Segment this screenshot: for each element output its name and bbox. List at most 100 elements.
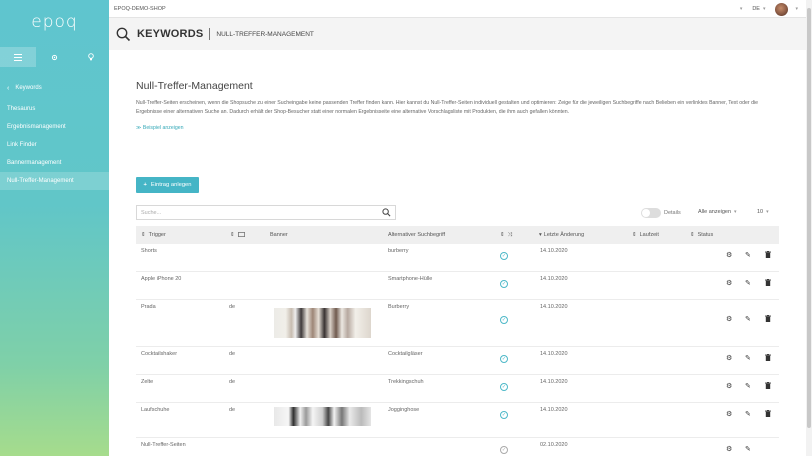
details-label: Details	[664, 210, 681, 216]
page-title: Null-Treffer-Management	[136, 80, 253, 92]
pencil-icon[interactable]: ✎	[745, 279, 751, 287]
show-all-label: Alle anzeigen	[698, 209, 732, 215]
gear-icon[interactable]	[36, 47, 72, 67]
table-row: Prada de Burberry ✓ 14.10.2020 ⚙ ✎	[136, 300, 779, 347]
col-last-change[interactable]: ▾ Letzte Änderung	[539, 226, 584, 244]
col-status[interactable]: ⇕ Status	[690, 226, 713, 244]
last-change-cell: 14.10.2020	[540, 304, 568, 310]
chevron-left-icon: ‹	[7, 84, 10, 92]
show-all-select[interactable]: Alle anzeigen ▾	[698, 209, 737, 215]
banner-image-clothes-rack	[274, 308, 371, 338]
banner-image-shoes-bw	[274, 407, 371, 426]
pencil-icon[interactable]: ✎	[745, 315, 751, 323]
message-icon	[237, 232, 245, 237]
chevron-down-icon: ▾	[734, 209, 737, 215]
gear-icon[interactable]: ⚙	[726, 410, 732, 418]
gear-icon[interactable]: ⚙	[726, 354, 732, 362]
col-trigger[interactable]: ⇕ Trigger	[141, 226, 166, 244]
header-title: KEYWORDS	[137, 28, 204, 40]
trigger-cell: Shorts	[141, 248, 157, 254]
scrollbar-thumb[interactable]	[807, 8, 811, 428]
sidebar-item-bannermanagement[interactable]: Bannermanagement	[0, 154, 109, 172]
alt-term-cell: Trekkingschuh	[388, 379, 424, 385]
language-cell: de	[229, 407, 236, 413]
check-circle-icon: ✓	[500, 355, 508, 363]
bulb-icon[interactable]	[73, 47, 109, 67]
details-switch[interactable]	[641, 208, 661, 218]
col-last-change-label: Letzte Änderung	[543, 232, 585, 238]
gear-icon[interactable]: ⚙	[726, 382, 732, 390]
check-circle-icon: ✓	[500, 383, 508, 391]
table-header: ⇕ Trigger ⇕ Banner Alternativer Suchbegri…	[136, 226, 779, 244]
alt-term-cell: Smartphone-Hülle	[388, 276, 433, 282]
sidebar-back-label: Keywords	[15, 85, 42, 91]
add-entry-button[interactable]: + Eintrag anlegen	[136, 177, 199, 193]
pencil-icon[interactable]: ✎	[745, 445, 751, 453]
col-alternative-check[interactable]: ⇕ ⤨	[500, 226, 512, 244]
col-runtime[interactable]: ⇕ Laufzeit	[632, 226, 659, 244]
trash-icon[interactable]	[765, 354, 771, 363]
example-link[interactable]: ≫ Beispiel anzeigen	[136, 125, 184, 131]
user-menu-caret-icon[interactable]: ▾	[795, 6, 798, 12]
col-runtime-label: Laufzeit	[639, 232, 659, 238]
sidebar-item-label: Bannermanagement	[7, 160, 62, 166]
language-cell: de	[229, 304, 236, 310]
sidebar-item-ergebnismanagement[interactable]: Ergebnismanagement	[0, 118, 109, 136]
sidebar-item-link-finder[interactable]: Link Finder	[0, 136, 109, 154]
gear-icon[interactable]: ⚙	[726, 315, 732, 323]
gear-icon[interactable]: ⚙	[726, 251, 732, 259]
pencil-icon[interactable]: ✎	[745, 382, 751, 390]
trigger-cell: Zelte	[141, 379, 154, 385]
menu-icon[interactable]	[0, 47, 37, 67]
trash-icon[interactable]	[765, 315, 771, 324]
gear-icon[interactable]: ⚙	[726, 279, 732, 287]
table-row: Zelte de Trekkingschuh ✓ 14.10.2020 ⚙ ✎	[136, 375, 779, 403]
trigger-cell: Apple iPhone 20	[141, 276, 182, 282]
sort-icon: ⇕	[230, 232, 235, 238]
sidebar-item-label: Thesaurus	[7, 106, 36, 112]
pencil-icon[interactable]: ✎	[745, 354, 751, 362]
sort-icon: ⇕	[632, 232, 637, 238]
per-page-select[interactable]: 10 ▾	[757, 209, 769, 215]
alt-term-cell: Burberry	[388, 304, 410, 310]
header-divider	[209, 28, 211, 40]
trash-icon[interactable]	[765, 410, 771, 419]
main-content: Null-Treffer-Management Null-Treffer-Sei…	[109, 50, 806, 456]
trigger-cell: Laufschuhe	[141, 407, 170, 413]
avatar[interactable]	[775, 2, 789, 16]
example-link-label: Beispiel anzeigen	[142, 125, 184, 131]
sidebar-item-label: Ergebnismanagement	[7, 124, 66, 130]
pencil-icon[interactable]: ✎	[745, 410, 751, 418]
trash-icon[interactable]	[765, 279, 771, 288]
sidebar-item-label: Null-Treffer-Management	[7, 178, 74, 184]
sidebar-item-thesaurus[interactable]: Thesaurus	[0, 100, 109, 118]
col-language[interactable]: ⇕	[230, 226, 245, 244]
shop-name: EPOQ-DEMO-SHOP	[114, 5, 166, 12]
last-change-cell: 14.10.2020	[540, 407, 568, 413]
trash-icon[interactable]	[765, 251, 771, 260]
trash-icon[interactable]	[765, 382, 771, 391]
search-input[interactable]: Suche...	[136, 205, 396, 220]
col-banner: Banner	[270, 226, 288, 244]
scrollbar[interactable]	[806, 0, 812, 456]
details-toggle[interactable]: Details	[641, 208, 681, 218]
search-icon	[116, 27, 131, 41]
sidebar-item-label: Link Finder	[7, 142, 37, 148]
sidebar-item-null-treffer-management[interactable]: Null-Treffer-Management	[0, 172, 109, 190]
search-icon[interactable]	[382, 208, 391, 217]
sidebar-tabs	[0, 47, 109, 67]
alt-term-cell: Jogginghose	[388, 407, 420, 413]
language-cell: de	[229, 379, 236, 385]
language-select[interactable]: DE ▾	[752, 6, 765, 12]
header-subtitle: NULL-TREFFER-MANAGEMENT	[216, 30, 314, 38]
sidebar-back-keywords[interactable]: ‹ Keywords	[0, 79, 109, 97]
last-change-cell: 14.10.2020	[540, 379, 568, 385]
sidebar: epoq ‹ Keywords Thesaurus Ergebnismanage…	[0, 0, 109, 456]
sort-icon: ⇕	[690, 232, 695, 238]
gear-icon[interactable]: ⚙	[726, 445, 732, 453]
pencil-icon[interactable]: ✎	[745, 251, 751, 259]
table-row: Laufschuhe de Jogginghose ✓ 14.10.2020 ⚙ ✎	[136, 403, 779, 438]
topbar: EPOQ-DEMO-SHOP ▾ DE ▾ ▾	[109, 0, 806, 18]
trigger-cell: Prada	[141, 304, 156, 310]
shop-dropdown-caret-icon[interactable]: ▾	[740, 6, 743, 12]
